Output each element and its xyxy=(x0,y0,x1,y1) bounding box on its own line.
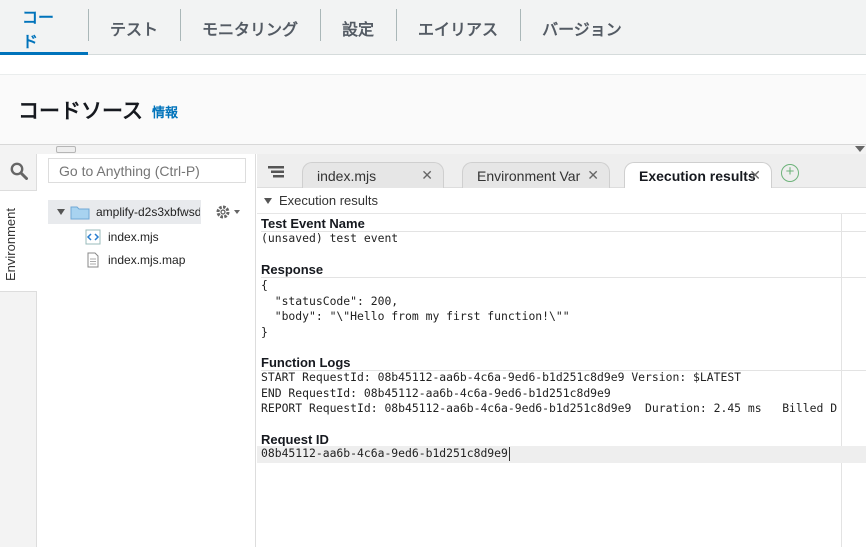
ide: Environment amplify-d2s3xbfwsd index.mjs… xyxy=(0,154,866,547)
tree-file-label: index.mjs.map xyxy=(108,253,186,267)
file-explorer: amplify-d2s3xbfwsd index.mjs index.mjs.m… xyxy=(37,154,256,547)
editor-tab[interactable]: Execution results ✕ xyxy=(624,162,772,189)
text-cursor xyxy=(508,446,510,461)
tree-file[interactable]: index.mjs.map xyxy=(85,250,185,270)
editor-tab[interactable]: Environment Var ✕ xyxy=(462,162,610,188)
tree-folder-label: amplify-d2s3xbfwsd xyxy=(96,205,200,219)
log-line: REPORT RequestId: 08b45112-aa6b-4c6a-9ed… xyxy=(261,401,838,415)
left-rail: Environment xyxy=(0,154,37,547)
close-icon[interactable]: ✕ xyxy=(749,167,761,184)
editor-tab-label: Execution results xyxy=(639,168,756,184)
close-icon[interactable]: ✕ xyxy=(587,167,599,184)
response-line: "body": "\"Hello from my first function!… xyxy=(261,309,570,323)
panel-collapse-handle[interactable] xyxy=(56,146,76,153)
search-icon[interactable] xyxy=(0,154,37,188)
environment-tab-label: Environment xyxy=(3,208,18,281)
top-tabs: コード テスト モニタリング 設定 エイリアス バージョン xyxy=(0,0,866,55)
request-id-value[interactable]: 08b45112-aa6b-4c6a-9ed6-b1d251c8d9e9 xyxy=(261,446,510,462)
code-source-header: コードソース 情報 xyxy=(0,74,866,144)
response-label: Response xyxy=(261,262,324,277)
tab-test[interactable]: テスト xyxy=(88,0,180,55)
tab-settings[interactable]: 設定 xyxy=(320,0,396,55)
response-line: { xyxy=(261,278,268,292)
collapse-triangle-icon[interactable] xyxy=(855,146,865,152)
tab-versions[interactable]: バージョン xyxy=(520,0,644,55)
editor-area: index.mjs ✕ Environment Var ✕ Execution … xyxy=(257,154,866,547)
tab-menu-icon[interactable] xyxy=(268,165,284,183)
editor-tab-label: index.mjs xyxy=(317,168,377,184)
info-link[interactable]: 情報 xyxy=(152,102,178,121)
tab-code[interactable]: コード xyxy=(0,0,88,55)
chevron-down-icon xyxy=(234,210,240,214)
chevron-down-icon[interactable] xyxy=(57,209,65,215)
add-tab-icon[interactable]: + xyxy=(781,164,799,182)
code-file-icon xyxy=(85,229,101,245)
folder-icon xyxy=(70,206,90,219)
response-line: } xyxy=(261,324,268,339)
request-id-text: 08b45112-aa6b-4c6a-9ed6-b1d251c8d9e9 xyxy=(261,446,508,460)
tab-monitoring[interactable]: モニタリング xyxy=(180,0,320,55)
divider xyxy=(841,214,842,547)
gear-icon[interactable] xyxy=(215,204,240,220)
tree-folder[interactable]: amplify-d2s3xbfwsd xyxy=(48,200,201,224)
tree-file[interactable]: index.mjs xyxy=(85,227,159,247)
page-title: コードソース xyxy=(18,100,143,123)
test-event-label: Test Event Name xyxy=(261,216,365,231)
log-line: END RequestId: 08b45112-aa6b-4c6a-9ed6-b… xyxy=(261,385,611,400)
editor-tab-bar: index.mjs ✕ Environment Var ✕ Execution … xyxy=(257,154,866,189)
log-line: START RequestId: 08b45112-aa6b-4c6a-9ed6… xyxy=(261,370,742,384)
chevron-down-icon[interactable] xyxy=(264,197,272,204)
test-event-value: (unsaved) test event xyxy=(261,231,399,245)
tree-file-label: index.mjs xyxy=(108,230,159,244)
editor-tab[interactable]: index.mjs ✕ xyxy=(302,162,444,188)
goto-anything-input[interactable] xyxy=(48,158,246,183)
tab-aliases[interactable]: エイリアス xyxy=(396,0,520,55)
file-icon xyxy=(87,252,99,268)
divider xyxy=(261,277,866,278)
execution-results-header[interactable]: Execution results xyxy=(257,188,866,214)
response-line: "statusCode": 200, xyxy=(261,293,399,308)
request-id-label: Request ID xyxy=(261,432,329,447)
divider xyxy=(0,144,866,154)
environment-tab[interactable]: Environment xyxy=(0,190,37,292)
execution-results-title: Execution results xyxy=(279,193,378,208)
editor-tab-label: Environment Var xyxy=(477,168,581,184)
close-icon[interactable]: ✕ xyxy=(421,167,433,184)
function-logs-label: Function Logs xyxy=(261,355,351,370)
